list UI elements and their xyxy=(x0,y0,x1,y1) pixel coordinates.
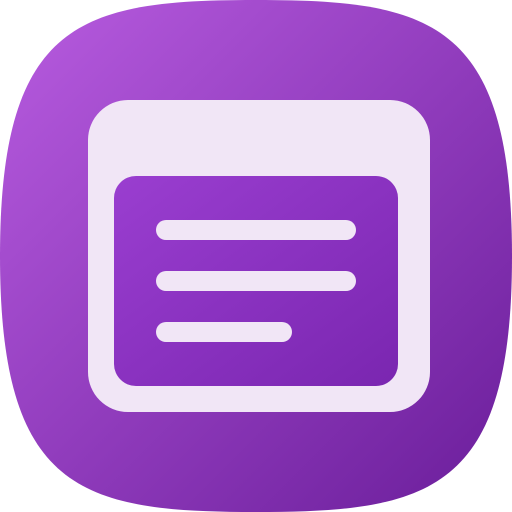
app-icon-stage xyxy=(0,0,512,512)
text-line xyxy=(156,271,356,291)
text-line xyxy=(156,322,292,342)
app-icon[interactable] xyxy=(0,0,512,512)
text-line xyxy=(156,220,356,240)
